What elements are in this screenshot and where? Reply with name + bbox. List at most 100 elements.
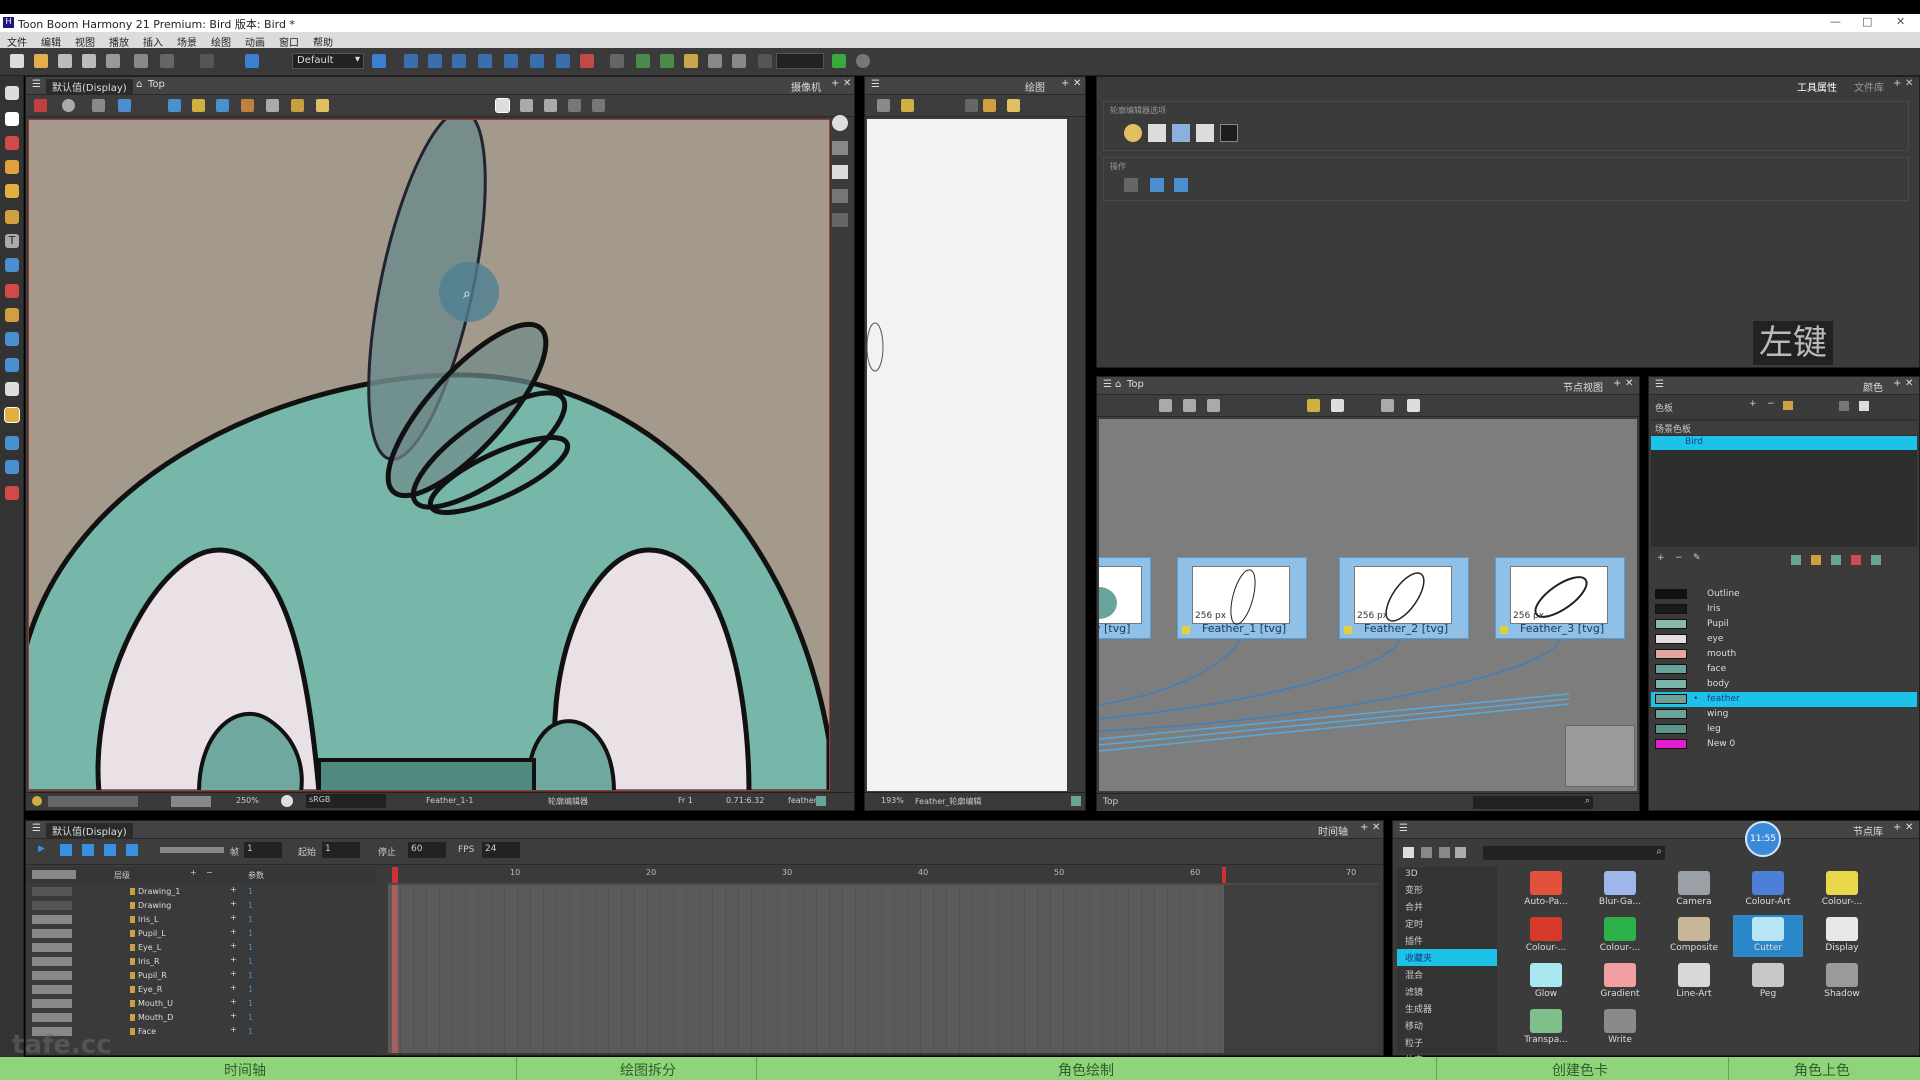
shape-icon[interactable]	[5, 258, 19, 272]
dots-icon[interactable]	[1172, 124, 1190, 142]
light-icon[interactable]	[316, 99, 329, 112]
group-icon[interactable]	[1159, 399, 1172, 412]
bone-icon[interactable]	[556, 54, 570, 68]
tab-node-library[interactable]: 节点库	[1853, 823, 1883, 838]
close-panel-icon[interactable]: ✕	[1905, 78, 1913, 89]
menu-file[interactable]: 文件	[0, 32, 34, 49]
reset-view-icon[interactable]	[34, 99, 47, 112]
camera-zoom[interactable]: 250%	[236, 796, 259, 805]
layer-row[interactable]: Mouth_U +1	[26, 997, 376, 1011]
menu-window[interactable]: 窗口	[272, 32, 306, 49]
menu-play[interactable]: 播放	[102, 32, 136, 49]
palette-tool-2-icon[interactable]	[1859, 401, 1869, 411]
node-canvas[interactable]: y [tvg] 256 px Feather_1 [tvg] 256 px Fe…	[1099, 419, 1637, 791]
layer-row[interactable]: Iris_R +1	[26, 955, 376, 969]
menu-edit[interactable]: 编辑	[34, 32, 68, 49]
add-param-icon[interactable]: +	[230, 927, 237, 936]
network-icon[interactable]	[1331, 399, 1344, 412]
swatch-feather[interactable]: • feather	[1651, 692, 1917, 707]
stop-marker[interactable]	[1222, 867, 1226, 883]
module-composite[interactable]: Composite	[1659, 915, 1729, 957]
swatch-body[interactable]: body	[1651, 677, 1917, 692]
light-icon[interactable]	[983, 99, 996, 112]
undo-icon[interactable]	[134, 54, 148, 68]
text-icon[interactable]: T	[5, 234, 19, 248]
menu-view[interactable]: 视图	[68, 32, 102, 49]
start-input[interactable]: 1	[322, 842, 360, 858]
node-feather-2[interactable]: 256 px Feather_2 [tvg]	[1339, 557, 1469, 639]
layer-toggles-icon[interactable]	[32, 870, 76, 879]
swatch-wing[interactable]: wing	[1651, 707, 1917, 722]
layer-row[interactable]: Iris_L +1	[26, 913, 376, 927]
edit-colour-icon[interactable]: ✎	[1693, 553, 1701, 563]
cut-icon[interactable]	[200, 54, 214, 68]
eraser-icon[interactable]	[5, 210, 19, 224]
grid-icon[interactable]	[92, 99, 105, 112]
scale-icon[interactable]	[452, 54, 466, 68]
dropper-icon[interactable]	[5, 308, 19, 322]
brush-icon[interactable]	[5, 136, 19, 150]
palette-section-label[interactable]: 色板	[1655, 401, 1673, 414]
pivot-icon[interactable]	[168, 99, 181, 112]
add-param-icon[interactable]: +	[230, 969, 237, 978]
new-icon[interactable]	[10, 54, 24, 68]
peg-icon[interactable]	[1207, 399, 1220, 412]
tab-drawing[interactable]: 绘图	[1025, 79, 1045, 94]
snap-icon[interactable]	[1196, 124, 1214, 142]
drawing-zoom[interactable]: 193%	[881, 796, 904, 805]
chapter-character-colouring[interactable]: 角色上色	[1794, 1060, 1850, 1080]
brush-colour-icon[interactable]	[1831, 555, 1841, 565]
play-icon[interactable]: ▶	[38, 844, 45, 854]
contour-mode-3-icon[interactable]	[544, 99, 557, 112]
panel-menu-icon[interactable]: ☰	[1655, 379, 1664, 390]
module-display[interactable]: Display	[1807, 915, 1877, 957]
close-window-button[interactable]: ✕	[1896, 15, 1905, 28]
category-item[interactable]: 粒子	[1397, 1034, 1497, 1051]
remove-layer-icon[interactable]: −	[206, 868, 213, 877]
minimize-button[interactable]: —	[1830, 15, 1841, 28]
bulb-status-icon[interactable]	[32, 796, 42, 806]
add-layer-icon[interactable]: +	[190, 868, 197, 877]
add-param-icon[interactable]: +	[230, 1025, 237, 1034]
contour-mode-5-icon[interactable]	[592, 99, 605, 112]
add-param-icon[interactable]: +	[230, 997, 237, 1006]
module-colour-scale[interactable]: Colour-...	[1585, 915, 1655, 957]
transform-icon[interactable]	[404, 54, 418, 68]
remove-colour-icon[interactable]: −	[1675, 553, 1683, 563]
envelope-icon[interactable]	[5, 436, 19, 450]
layer-row[interactable]: Drawing_1 +1	[26, 885, 376, 899]
category-item[interactable]: 滤镜	[1397, 983, 1497, 1000]
pencil-op-icon[interactable]	[1124, 178, 1138, 192]
panel-menu-icon[interactable]: ☰	[1399, 823, 1408, 834]
category-item[interactable]: 变形	[1397, 881, 1497, 898]
paint-icon[interactable]	[5, 284, 19, 298]
flip-icon[interactable]	[732, 54, 746, 68]
magnet-icon[interactable]	[1148, 124, 1166, 142]
home-icon[interactable]: ⌂	[136, 79, 142, 90]
tab-library[interactable]: 文件库	[1854, 79, 1884, 94]
smooth-icon[interactable]	[5, 358, 19, 372]
add-tab-icon[interactable]: +	[1061, 78, 1069, 89]
align-icon[interactable]	[1150, 178, 1164, 192]
wand-icon[interactable]	[266, 99, 279, 112]
menu-animation[interactable]: 动画	[238, 32, 272, 49]
view-grid-icon[interactable]	[1421, 847, 1432, 858]
add-tab-icon[interactable]: +	[1893, 78, 1901, 89]
volume-icon[interactable]	[104, 844, 116, 856]
light-table-icon[interactable]	[1007, 99, 1020, 112]
layer-bottom-icon[interactable]	[832, 213, 848, 227]
module-line-art[interactable]: Line-Art	[1659, 961, 1729, 1003]
layer-row[interactable]: Mouth_D +1	[26, 1011, 376, 1025]
category-item-selected[interactable]: 收藏夹	[1397, 949, 1497, 966]
stamp-icon[interactable]	[5, 184, 19, 198]
swatch-iris[interactable]: Iris	[1651, 602, 1917, 617]
add-tab-icon[interactable]: +	[1360, 822, 1368, 833]
bulb-icon[interactable]	[291, 99, 304, 112]
frame-input[interactable]: 1	[244, 842, 282, 858]
swatch-eye[interactable]: eye	[1651, 632, 1917, 647]
module-glow[interactable]: Glow	[1511, 961, 1581, 1003]
module-peg[interactable]: Peg	[1733, 961, 1803, 1003]
close-panel-icon[interactable]: ✕	[843, 78, 851, 89]
mirror-icon[interactable]	[758, 54, 772, 68]
layer-up-icon[interactable]	[832, 141, 848, 155]
